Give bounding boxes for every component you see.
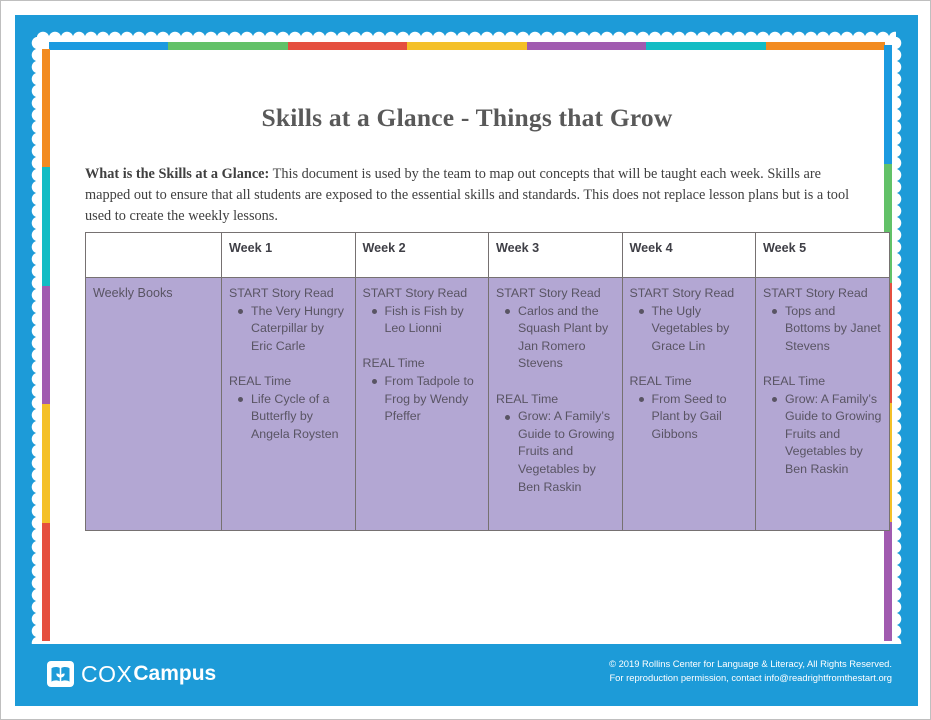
book-list-start: The Ugly Vegetables by Grace Lin: [630, 303, 750, 356]
cell-week-5: START Story Read Tops and Bottoms by Jane…: [755, 277, 890, 531]
cell-week-1: START Story Read The Very Hungry Caterpil…: [221, 277, 356, 531]
table-header-week-3: Week 3: [488, 232, 623, 278]
skills-table: Week 1 Week 2 Week 3 Week 4 Week 5 Weekl…: [85, 232, 890, 531]
section-heading-real: REAL Time: [362, 356, 425, 371]
book-list-start: The Very Hungry Caterpillar by Eric Carl…: [229, 303, 349, 356]
color-stripe-segment: [884, 45, 892, 165]
book-list-item: Fish is Fish by Leo Lionni: [371, 303, 483, 338]
book-list-item: The Ugly Vegetables by Grace Lin: [638, 303, 750, 356]
logo-text-campus: Campus: [133, 662, 217, 685]
color-stripe-segment: [42, 167, 50, 286]
book-list-item: Grow: A Family’s Guide to Growing Fruits…: [505, 408, 616, 496]
document-content: Skills at a Glance - Things that Grow Wh…: [50, 51, 890, 643]
copyright-line-2: For reproduction permission, contact inf…: [609, 672, 892, 683]
section-heading-start: START Story Read: [763, 286, 868, 300]
document-page: Skills at a Glance - Things that Grow Wh…: [0, 0, 931, 720]
book-list-item: From Seed to Plant by Gail Gibbons: [638, 391, 750, 444]
book-list-start: Carlos and the Squash Plant by Jan Romer…: [496, 303, 616, 373]
scalloped-edge-right: [895, 37, 904, 644]
color-stripe-rail-left: [42, 49, 50, 641]
section-heading-real: REAL Time: [229, 373, 292, 388]
cox-campus-logo: COX Campus: [47, 658, 216, 690]
section-heading-start: START Story Read: [229, 286, 334, 300]
book-list-item: Grow: A Family’s Guide to Growing Fruits…: [772, 391, 883, 479]
color-stripe-segment: [168, 42, 288, 50]
book-list-real: From Tadpole to Frog by Wendy Pfeffer: [363, 373, 483, 426]
open-book-leaf-icon: [47, 661, 74, 687]
cell-content: START Story Read The Very Hungry Caterpil…: [229, 285, 349, 443]
copyright-block: © 2019 Rollins Center for Language & Lit…: [609, 657, 892, 685]
color-stripe-segment: [646, 42, 766, 50]
color-stripe-segment: [526, 42, 647, 50]
section-heading-real: REAL Time: [629, 373, 692, 388]
section-heading-real: REAL Time: [763, 373, 826, 388]
color-stripe-rail-top: [49, 42, 885, 50]
table-header-week-4: Week 4: [621, 232, 756, 278]
color-stripe-segment: [42, 49, 50, 168]
book-list-item: Carlos and the Squash Plant by Jan Romer…: [505, 303, 616, 373]
cell-content: START Story Read The Ugly Vegetables by G…: [630, 285, 750, 443]
book-list-real: From Seed to Plant by Gail Gibbons: [630, 391, 750, 444]
cell-content: START Story Read Fish is Fish by Leo Lion…: [363, 285, 483, 426]
cell-week-2: START Story Read Fish is Fish by Leo Lion…: [354, 277, 489, 531]
color-stripe-segment: [407, 42, 527, 50]
table-header-week-5: Week 5: [755, 232, 890, 278]
book-list-item: Tops and Bottoms by Janet Stevens: [772, 303, 883, 356]
table-header-week-1: Week 1: [221, 232, 356, 278]
corner-fill-tr: [890, 37, 896, 43]
copyright-line-1: © 2019 Rollins Center for Language & Lit…: [609, 658, 892, 669]
book-list-item: Life Cycle of a Butterfly by Angela Roys…: [238, 391, 349, 444]
page-footer: COX Campus © 2019 Rollins Center for Lan…: [15, 644, 918, 706]
book-list-real: Life Cycle of a Butterfly by Angela Roys…: [229, 391, 349, 444]
logo-text-cox: COX: [81, 660, 133, 687]
table-header-row: Week 1 Week 2 Week 3 Week 4 Week 5: [85, 232, 890, 278]
color-stripe-segment: [42, 285, 50, 405]
intro-label: What is the Skills at a Glance:: [85, 166, 270, 182]
cell-week-4: START Story Read The Ugly Vegetables by G…: [621, 277, 756, 531]
cell-week-3: START Story Read Carlos and the Squash Pl…: [488, 277, 623, 531]
book-list-real: Grow: A Family’s Guide to Growing Fruits…: [763, 391, 883, 479]
page-title: Skills at a Glance - Things that Grow: [261, 103, 673, 132]
intro-paragraph: What is the Skills at a Glance: This doc…: [85, 164, 860, 227]
row-label-text: Weekly Books: [93, 286, 173, 300]
color-stripe-segment: [42, 522, 50, 641]
color-stripe-segment: [49, 42, 169, 50]
book-list-real: Grow: A Family’s Guide to Growing Fruits…: [496, 408, 616, 496]
row-label-cell: Weekly Books: [85, 277, 222, 531]
color-stripe-segment: [884, 521, 892, 641]
color-stripe-segment: [765, 42, 885, 50]
section-heading-start: START Story Read: [362, 286, 468, 300]
section-heading-real: REAL Time: [496, 391, 559, 406]
table-corner-header: [85, 232, 222, 278]
scalloped-edge-top: [37, 29, 896, 38]
color-stripe-segment: [42, 404, 50, 523]
cell-content: START Story Read Tops and Bottoms by Jane…: [763, 285, 883, 479]
book-list-item: The Very Hungry Caterpillar by Eric Carl…: [238, 303, 349, 356]
section-heading-start: START Story Read: [629, 286, 735, 300]
book-list-start: Fish is Fish by Leo Lionni: [363, 303, 483, 338]
corner-fill-tl: [37, 37, 43, 43]
table-row: Weekly Books START Story Read The Very Hu…: [85, 277, 890, 531]
table-header-week-2: Week 2: [354, 232, 489, 278]
color-stripe-segment: [287, 42, 408, 50]
cell-content: START Story Read Carlos and the Squash Pl…: [496, 285, 616, 496]
book-list-start: Tops and Bottoms by Janet Stevens: [763, 303, 883, 356]
section-heading-start: START Story Read: [496, 286, 601, 300]
book-list-item: From Tadpole to Frog by Wendy Pfeffer: [371, 373, 483, 426]
scalloped-edge-left: [29, 37, 38, 644]
